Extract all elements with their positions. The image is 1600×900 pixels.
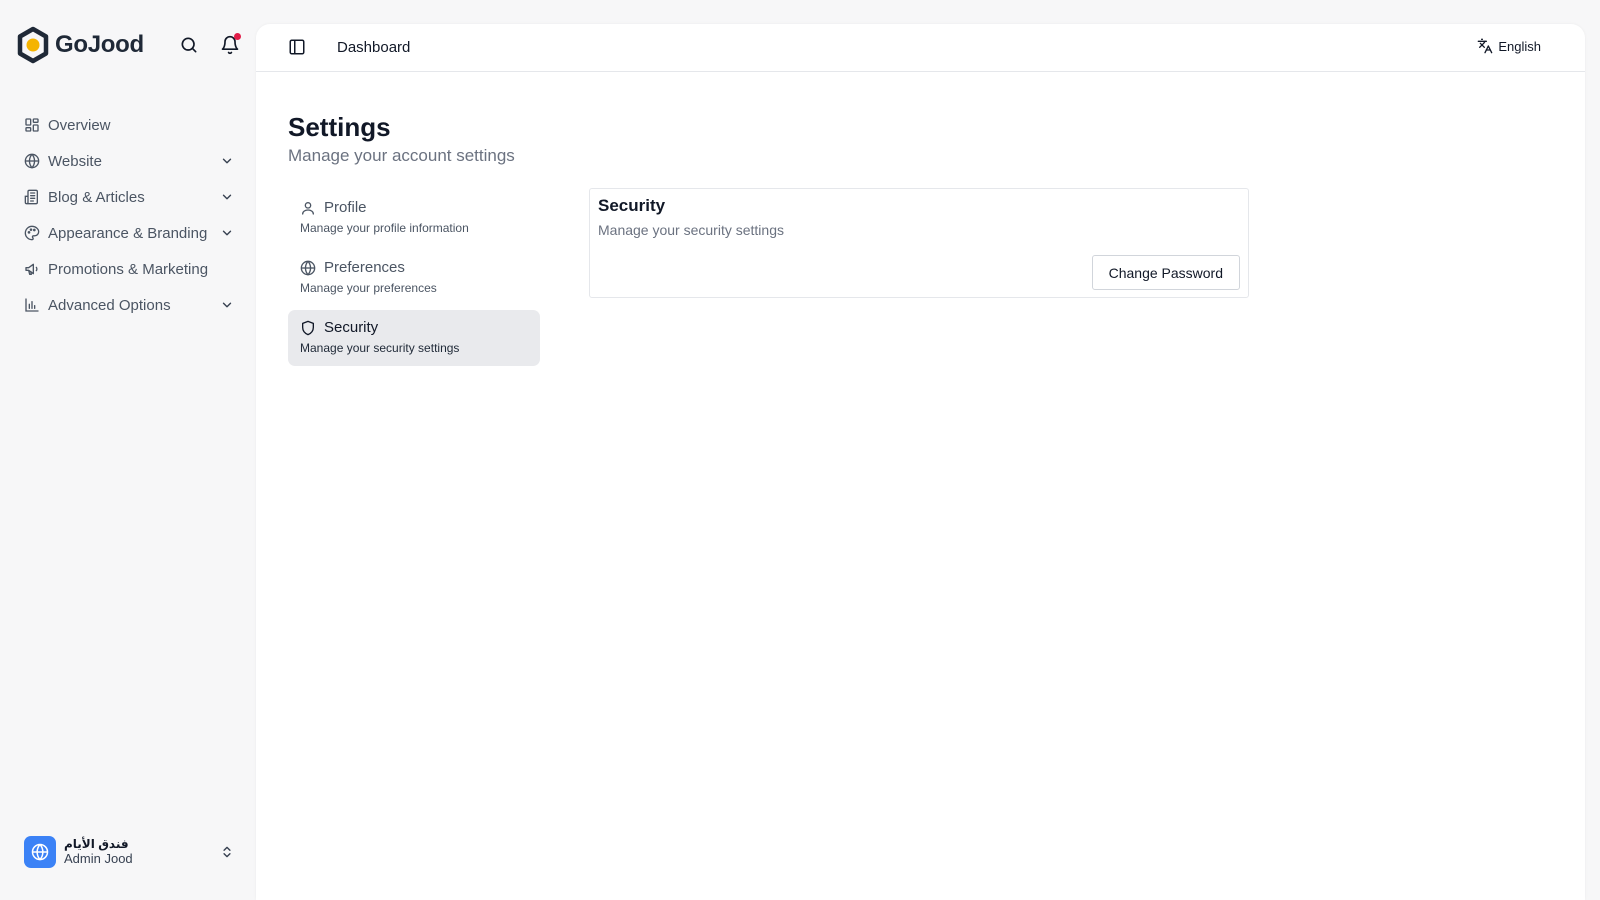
- search-icon: [179, 35, 199, 55]
- settings-tab-description: Manage your profile information: [300, 221, 469, 235]
- notification-badge: [234, 33, 241, 40]
- sidebar-item-advanced-options[interactable]: Advanced Options: [16, 287, 242, 323]
- grid-icon: [24, 117, 40, 133]
- sidebar-item-blog-articles[interactable]: Blog & Articles: [16, 179, 242, 215]
- main-panel: Dashboard English Settings Manage your a…: [256, 24, 1585, 900]
- settings-nav: Profile Manage your profile information …: [288, 190, 540, 370]
- settings-tab-security[interactable]: Security Manage your security settings: [288, 310, 540, 366]
- user-switcher[interactable]: فندق الأيام Admin Jood: [16, 832, 242, 872]
- language-switcher[interactable]: English: [1477, 38, 1541, 54]
- language-label: English: [1498, 38, 1541, 54]
- sidebar-item-overview[interactable]: Overview: [16, 107, 242, 143]
- palette-icon: [24, 225, 40, 241]
- brand-name: GoJood: [55, 31, 144, 58]
- settings-tab-label: Profile: [324, 199, 367, 216]
- chevron-down-icon: [220, 190, 234, 204]
- sidebar: GoJood Overview Website Blog & Articles …: [0, 0, 256, 900]
- bar-chart-icon: [24, 297, 40, 313]
- settings-tab-profile[interactable]: Profile Manage your profile information: [288, 190, 540, 246]
- sidebar-item-promotions-marketing[interactable]: Promotions & Marketing: [16, 251, 242, 287]
- avatar: [24, 836, 56, 868]
- brand-logo[interactable]: GoJood: [16, 26, 144, 64]
- security-card-subtitle: Manage your security settings: [598, 222, 784, 238]
- breadcrumb[interactable]: Dashboard: [337, 39, 410, 56]
- settings-tab-label: Security: [324, 319, 379, 336]
- chevrons-up-down-icon: [220, 844, 234, 860]
- notifications-button[interactable]: [218, 33, 242, 57]
- search-button[interactable]: [177, 33, 201, 57]
- sidebar-item-label: Promotions & Marketing: [48, 260, 209, 278]
- security-card: Security Manage your security settings C…: [589, 188, 1249, 298]
- user-name: Admin Jood: [64, 851, 133, 867]
- brand-row: GoJood: [16, 26, 242, 64]
- sidebar-item-label: Blog & Articles: [48, 188, 145, 206]
- settings-tab-preferences[interactable]: Preferences Manage your preferences: [288, 250, 540, 306]
- translate-icon: [1477, 38, 1493, 54]
- shield-icon: [300, 320, 316, 336]
- page-title: Settings: [288, 112, 391, 142]
- settings-tab-label: Preferences: [324, 259, 405, 276]
- chevron-down-icon: [220, 154, 234, 168]
- chevron-down-icon: [220, 298, 234, 312]
- sidebar-toggle-button[interactable]: [288, 38, 306, 56]
- page-subtitle: Manage your account settings: [288, 146, 515, 165]
- sidebar-item-label: Advanced Options: [48, 296, 171, 314]
- globe-icon: [300, 260, 316, 276]
- newspaper-icon: [24, 189, 40, 205]
- sidebar-item-website[interactable]: Website: [16, 143, 242, 179]
- sidebar-item-label: Appearance & Branding: [48, 224, 208, 242]
- sidebar-nav: Overview Website Blog & Articles Appeara…: [16, 107, 242, 323]
- change-password-button[interactable]: Change Password: [1091, 255, 1240, 290]
- globe-icon: [24, 153, 40, 169]
- settings-tab-description: Manage your preferences: [300, 281, 437, 295]
- settings-tab-description: Manage your security settings: [300, 341, 460, 355]
- sidebar-item-label: Website: [48, 152, 102, 170]
- hexagon-logo-icon: [16, 26, 50, 64]
- topbar: Dashboard English: [256, 24, 1585, 72]
- security-card-title: Security: [598, 196, 666, 215]
- sidebar-item-appearance-branding[interactable]: Appearance & Branding: [16, 215, 242, 251]
- user-organization: فندق الأيام: [64, 837, 129, 851]
- user-icon: [300, 200, 316, 216]
- sidebar-item-label: Overview: [48, 116, 111, 134]
- globe-icon: [31, 843, 49, 861]
- chevron-down-icon: [220, 226, 234, 240]
- megaphone-icon: [24, 261, 40, 277]
- panel-left-icon: [288, 38, 306, 56]
